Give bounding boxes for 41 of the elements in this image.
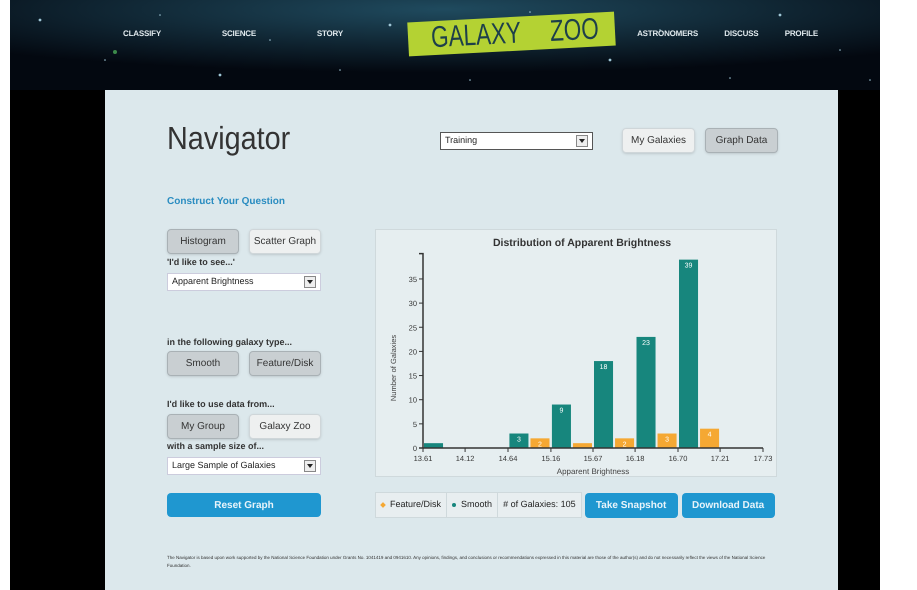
question-label: I'd like to use data from... [167, 398, 276, 411]
dropdown[interactable]: Apparent Brightness [167, 272, 321, 290]
nav-link[interactable]: CLASSIFY [123, 28, 161, 40]
caret-icon [576, 134, 588, 146]
histogram-bar [509, 434, 528, 448]
toggle-button[interactable]: Histogram [167, 229, 239, 254]
nav-link[interactable]: ASTRONOMERS [637, 28, 698, 40]
histogram-bar [424, 443, 444, 448]
histogram-bar [700, 428, 720, 448]
histogram-bar [552, 404, 571, 448]
logo-text: ZOO [549, 14, 600, 47]
question-label: with a sample size of... [167, 440, 266, 453]
toggle-button[interactable]: Feature/Disk [249, 351, 321, 376]
toggle-button[interactable]: My Galaxies [622, 128, 695, 153]
galaxy-count: # of Galaxies: 105 [502, 498, 577, 512]
question-label: 'I'd like to see...' [167, 256, 236, 269]
toggle-button[interactable]: My Group [167, 414, 239, 438]
question-label: in the following galaxy type... [167, 336, 294, 349]
caret-icon [304, 276, 316, 288]
logo-text: GALAXY [430, 18, 522, 54]
x-axis-label: Apparent Brightness [556, 467, 630, 476]
dropdown[interactable]: Training [440, 132, 593, 150]
toggle-button[interactable]: Scatter Graph [249, 229, 321, 254]
chart-title: Distribution of Apparent Brightness [492, 237, 672, 249]
section-heading: Construct Your Question [167, 195, 286, 209]
page-title: Navigator [167, 122, 292, 154]
histogram-bar [572, 443, 592, 448]
dropdown[interactable]: Large Sample of Galaxies [167, 457, 321, 475]
nav-link[interactable]: DISCUSS [724, 28, 758, 40]
histogram-bar [615, 438, 634, 448]
toggle-button[interactable]: Galaxy Zoo [249, 414, 321, 438]
nav-link[interactable]: SCIENCE [222, 28, 256, 40]
histogram-bar [530, 438, 550, 448]
histogram-bar [658, 434, 677, 448]
toggle-button[interactable]: Smooth [167, 351, 239, 376]
nav-link[interactable]: STORY [316, 28, 343, 40]
legend-label: Feature/Disk [390, 498, 442, 512]
caret-icon [304, 460, 316, 472]
nav-link[interactable]: PROFILE [784, 28, 818, 40]
legend-label: Smooth [461, 498, 492, 512]
toggle-button[interactable]: Graph Data [705, 128, 778, 153]
